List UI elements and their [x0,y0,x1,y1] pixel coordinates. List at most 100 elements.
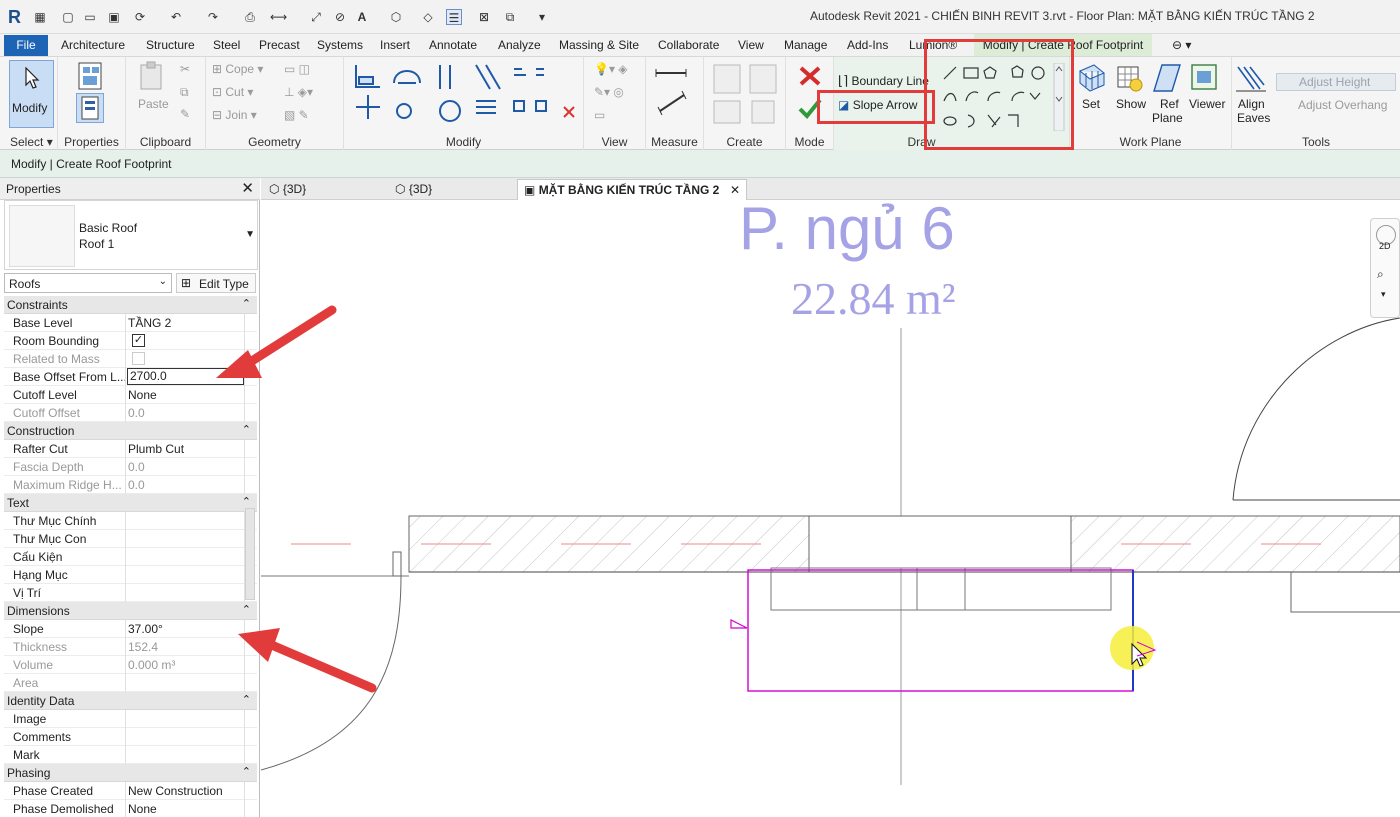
tab-collaborate[interactable]: Collaborate [658,34,719,56]
property-row[interactable]: Room Bounding ✓ [4,332,257,350]
room-bounding-checkbox[interactable]: ✓ [132,334,145,347]
property-value[interactable]: TẦNG 2 [128,316,246,330]
property-row[interactable]: Base Offset From L... 2700.0 [4,368,257,386]
tab-annotate[interactable]: Annotate [429,34,477,56]
collapse-icon[interactable]: ⌃ [242,297,251,310]
group-header-text[interactable]: Text ⌃ [4,494,257,512]
property-row[interactable]: Cutoff Level None [4,386,257,404]
paint-icon[interactable]: ▧ ✎ [284,108,309,122]
base-offset-input[interactable]: 2700.0 [127,368,244,385]
property-row[interactable]: Phase Created New Construction [4,782,257,800]
adjust-height-button[interactable]: Adjust Height [1276,73,1396,91]
3d-view-qa-icon[interactable]: ⬡ [388,9,404,25]
paste-icon[interactable] [138,61,166,93]
properties-toggle-icon[interactable] [76,93,104,123]
property-value[interactable]: New Construction [128,784,246,798]
measure-icon[interactable] [654,65,696,125]
wall-joins-icon[interactable]: ⊥ ◈▾ [284,85,313,99]
linework-icon[interactable]: ▭ [594,108,605,122]
print-icon[interactable]: ⎙ [242,9,258,25]
thin-lines-icon[interactable]: ☰ [446,9,462,25]
ribbon-minimize-icon[interactable]: ⊖ ▾ [1172,34,1191,56]
property-row[interactable]: Related to Mass [4,350,257,368]
tab-steel[interactable]: Steel [213,34,240,56]
property-row[interactable]: Hạng Mục [4,566,257,584]
tab-precast[interactable]: Precast [259,34,300,56]
text-qa-icon[interactable]: A [354,9,370,25]
type-selector[interactable]: Basic Roof Roof 1 ▼ [4,200,258,270]
edit-type-button[interactable]: ⊞ Edit Type [176,273,256,293]
cancel-edit-icon[interactable] [798,65,822,87]
zoom-icon[interactable]: ⌕ [1377,267,1384,282]
view-tab-floor-plan[interactable]: ▣ MẶT BẰNG KIẾN TRÚC TẦNG 2 ✕ [517,179,747,200]
tab-architecture[interactable]: Architecture [61,34,125,56]
tab-manage[interactable]: Manage [784,34,827,56]
undo-icon[interactable]: ↶ [168,9,184,25]
property-row[interactable]: Thickness 152.4 [4,638,257,656]
property-row[interactable]: Mark [4,746,257,764]
geometry-tools-icon[interactable]: ▭ ◫ [284,62,310,76]
collapse-icon[interactable]: ⌃ [242,495,251,508]
group-header-dimensions[interactable]: Dimensions ⌃ [4,602,257,620]
viewer-button[interactable]: Viewer [1188,63,1230,123]
show-workplane-button[interactable]: Show [1114,63,1146,123]
close-hidden-icon[interactable]: ⊠ [476,9,492,25]
modify-tools-icons[interactable] [350,61,580,133]
tab-insert[interactable]: Insert [380,34,410,56]
property-row[interactable]: Fascia Depth 0.0 [4,458,257,476]
cut-icon[interactable]: ✂ [180,62,190,76]
redo-icon[interactable]: ↷ [205,9,221,25]
drawing-canvas[interactable]: P. ngủ 6 22.84 m² 2D ⌕ ▾ [261,200,1400,817]
property-row[interactable]: Vị Trí [4,584,257,602]
sync-icon[interactable]: ⟳ [132,9,148,25]
new-file-icon[interactable]: ▢ [60,9,76,25]
type-properties-icon[interactable] [74,61,108,91]
override-icon[interactable]: ✎▾ ◎ [594,85,624,99]
group-header-phasing[interactable]: Phasing ⌃ [4,764,257,782]
tab-add-ins[interactable]: Add-Ins [847,34,888,56]
view-tab-3d[interactable]: ⬡ {3D} [269,179,389,200]
property-row[interactable]: Thư Mục Con [4,530,257,548]
tab-structure[interactable]: Structure [146,34,195,56]
property-row[interactable]: Base Level TẦNG 2 [4,314,257,332]
paste-label[interactable]: Paste [138,97,169,111]
property-row[interactable]: Phase Demolished None [4,800,257,817]
related-to-mass-checkbox[interactable] [132,352,145,365]
property-row[interactable]: Image [4,710,257,728]
group-header-identity-data[interactable]: Identity Data ⌃ [4,692,257,710]
category-filter-dropdown[interactable]: Roofs ⌄ [4,273,172,293]
switch-windows-icon[interactable]: ⧉ [502,9,518,25]
create-tools-icons[interactable] [710,61,782,129]
property-row[interactable]: Area [4,674,257,692]
recent-files-icon[interactable]: ▦ [32,9,48,25]
tag-qa-icon[interactable]: ⊘ [332,9,348,25]
collapse-icon[interactable]: ⌃ [242,765,251,778]
join-button[interactable]: ⊟ Join ▾ [212,108,257,122]
tab-view[interactable]: View [738,34,764,56]
property-value[interactable]: Plumb Cut [128,442,246,456]
navigation-bar[interactable]: 2D ⌕ ▾ [1370,218,1400,318]
property-value[interactable]: 37.00° [128,622,246,636]
qa-customize-icon[interactable]: ▾ [534,9,550,25]
measure-qa-icon[interactable]: ⟷ [270,9,287,25]
property-row[interactable]: Rafter Cut Plumb Cut [4,440,257,458]
chevron-down-icon[interactable]: ▼ [245,229,255,240]
properties-scrollbar[interactable] [245,508,255,600]
group-header-construction[interactable]: Construction ⌃ [4,422,257,440]
property-row[interactable]: Cấu Kiện [4,548,257,566]
property-row[interactable]: Cutoff Offset 0.0 [4,404,257,422]
modify-button[interactable]: Modify [9,60,54,128]
collapse-icon[interactable]: ⌃ [242,423,251,436]
property-row[interactable]: Maximum Ridge H... 0.0 [4,476,257,494]
hide-icon[interactable]: 💡▾ ◈ [594,62,628,76]
revit-logo[interactable]: R [8,7,24,27]
set-workplane-button[interactable]: Set [1078,63,1106,123]
tab-file[interactable]: File [4,35,48,56]
group-header-constraints[interactable]: Constraints ⌃ [4,296,257,314]
tab-systems[interactable]: Systems [317,34,363,56]
view-tab-3d-2[interactable]: ⬡ {3D} [395,179,515,200]
property-row[interactable]: Thư Mục Chính [4,512,257,530]
property-row[interactable]: Slope 37.00° [4,620,257,638]
cope-button[interactable]: ⊞ Cope ▾ [212,62,263,76]
property-row[interactable]: Volume 0.000 m³ [4,656,257,674]
